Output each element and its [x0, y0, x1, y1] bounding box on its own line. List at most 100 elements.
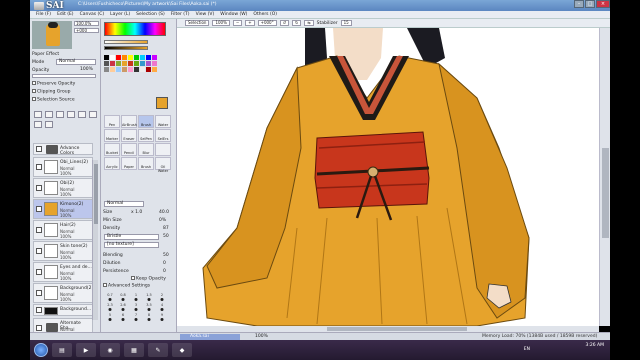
brush-size-preset[interactable]: 3.5	[143, 303, 155, 312]
menu-file[interactable]: File (F)	[36, 12, 51, 17]
brush-size-preset[interactable]: 5	[104, 313, 116, 322]
close-icon[interactable]: ×	[596, 0, 610, 8]
swatch[interactable]	[134, 55, 139, 60]
layer-folder-advance-colors[interactable]: Advance Colors	[33, 143, 93, 156]
swatch[interactable]	[128, 61, 133, 66]
tool-empty[interactable]	[155, 143, 171, 156]
navigator-preview[interactable]	[32, 21, 72, 49]
advanced-settings-toggle[interactable]: Advanced Settings	[103, 283, 150, 289]
swatch[interactable]	[128, 67, 133, 72]
swatch[interactable]	[116, 55, 121, 60]
blend-mode-select[interactable]: Normal	[56, 59, 96, 65]
menu-view[interactable]: View (V)	[196, 12, 215, 17]
flip-icon[interactable]: ⇆	[304, 20, 314, 26]
menu-edit[interactable]: Edit (E)	[57, 12, 74, 17]
clear-layer-icon[interactable]	[89, 111, 97, 118]
merge-down-icon[interactable]	[78, 111, 86, 118]
brush-texture-select[interactable]: Bristle	[104, 234, 159, 240]
visibility-icon[interactable]	[36, 164, 42, 170]
menu-canvas[interactable]: Canvas (C)	[80, 12, 105, 17]
tool-paper[interactable]: Paper	[121, 157, 137, 170]
swatch[interactable]	[110, 67, 115, 72]
opacity-slider[interactable]	[32, 74, 96, 78]
transfer-down-icon[interactable]	[67, 111, 75, 118]
tool-water[interactable]: Water	[155, 115, 171, 128]
canvas-vertical-scrollbar[interactable]	[599, 28, 610, 326]
layer-skin-tone[interactable]: Skin tone(2) Normal 100%	[33, 241, 93, 261]
menu-filter[interactable]: Filter (T)	[171, 12, 190, 17]
brush-size-preset[interactable]: 1.5	[143, 293, 155, 302]
menu-others[interactable]: Others (O)	[253, 12, 277, 17]
minimize-icon[interactable]: –	[574, 0, 584, 8]
swatch[interactable]	[152, 67, 157, 72]
swatch[interactable]	[104, 55, 109, 60]
brush-size-preset[interactable]: 6	[117, 313, 129, 322]
layer-background[interactable]: Background(2) Normal 100%	[33, 283, 93, 303]
taskbar-media-icon[interactable]: ▶	[76, 343, 96, 357]
rotate-left-icon[interactable]: ↺	[279, 20, 289, 26]
tool-selers[interactable]: SelErs	[155, 129, 171, 142]
layer-hair[interactable]: Hair(2) Normal 100%	[33, 220, 93, 240]
system-clock[interactable]: 3:26 AM	[586, 343, 605, 349]
tool-eraser[interactable]: Eraser	[121, 129, 137, 142]
visibility-icon[interactable]	[36, 269, 42, 275]
swatch[interactable]	[122, 61, 127, 66]
zoom-out-icon[interactable]: −	[232, 20, 243, 26]
swatch[interactable]	[128, 55, 133, 60]
navigator-zoom-field[interactable]: 100.0%	[74, 21, 99, 26]
tool-oil-water[interactable]: Oil Water	[155, 157, 171, 173]
stabilizer-select[interactable]: 15	[340, 20, 352, 26]
swatch[interactable]	[134, 67, 139, 72]
keep-opacity-option[interactable]: Keep Opacity	[131, 276, 166, 282]
rotate-right-icon[interactable]: ↻	[291, 20, 302, 26]
menu-window[interactable]: Window (W)	[220, 12, 247, 17]
rotation-field[interactable]: +000°	[257, 20, 277, 26]
preserve-opacity-option[interactable]: Preserve Opacity	[32, 81, 75, 87]
swatch[interactable]	[110, 61, 115, 66]
visibility-icon[interactable]	[36, 290, 42, 296]
visibility-icon[interactable]	[36, 146, 42, 152]
taskbar-app-icon[interactable]: ◆	[172, 343, 192, 357]
visibility-icon[interactable]	[36, 206, 42, 212]
color-slider-value[interactable]	[104, 46, 148, 50]
swatch[interactable]	[116, 61, 121, 66]
taskbar-sai-icon[interactable]: ✎	[148, 343, 168, 357]
canvas-vertical-scrollbar-thumb[interactable]	[602, 148, 609, 238]
tool-airbrush[interactable]: AirBrush	[121, 115, 137, 128]
swatch[interactable]	[110, 55, 115, 60]
new-linework-icon[interactable]	[45, 111, 53, 118]
tool-acrylic[interactable]: Acrylic	[104, 157, 120, 170]
tool-bucket[interactable]: Bucket	[104, 143, 120, 156]
layer-kimono[interactable]: Kimono(2) Normal 100%	[33, 199, 93, 219]
current-color-swatch[interactable]	[156, 97, 168, 109]
swatch[interactable]	[152, 61, 157, 66]
new-folder-icon[interactable]	[56, 111, 64, 118]
brush-mode-select[interactable]: Normal	[104, 201, 144, 207]
brush-size-preset[interactable]: 4	[156, 303, 168, 312]
brush-texture2-select[interactable]: [no texture]	[104, 242, 159, 248]
brush-size-preset[interactable]: 2.6	[117, 303, 129, 312]
zoom-field[interactable]: 100%	[212, 20, 230, 26]
visibility-icon[interactable]	[36, 185, 42, 191]
menu-selection[interactable]: Selection (S)	[136, 12, 165, 17]
swatch[interactable]	[122, 67, 127, 72]
zoom-in-icon[interactable]: +	[245, 20, 255, 26]
brush-size-preset[interactable]: 0.8	[117, 293, 129, 302]
brush-size-preset[interactable]: 0.7	[104, 293, 116, 302]
swatch[interactable]	[116, 67, 121, 72]
color-spectrum[interactable]	[104, 22, 166, 36]
new-layer-icon[interactable]	[34, 111, 42, 118]
brush-size-preset[interactable]: 2.3	[104, 303, 116, 312]
selection-toggle[interactable]: Selection	[185, 20, 210, 26]
swatch[interactable]	[122, 55, 127, 60]
clipping-group-option[interactable]: Clipping Group	[32, 89, 70, 95]
tool-blur[interactable]: Blur	[138, 143, 154, 156]
tool-pencil[interactable]: Pencil	[121, 143, 137, 156]
swatch[interactable]	[104, 61, 109, 66]
clipping-group-checkbox[interactable]	[32, 89, 36, 93]
taskbar-explorer-icon[interactable]: ▤	[52, 343, 72, 357]
swatch[interactable]	[146, 61, 151, 66]
brush-size-preset[interactable]: 1	[130, 293, 142, 302]
tool-marker[interactable]: Marker	[104, 129, 120, 142]
size-multiplier[interactable]: x 1.0	[131, 210, 142, 215]
